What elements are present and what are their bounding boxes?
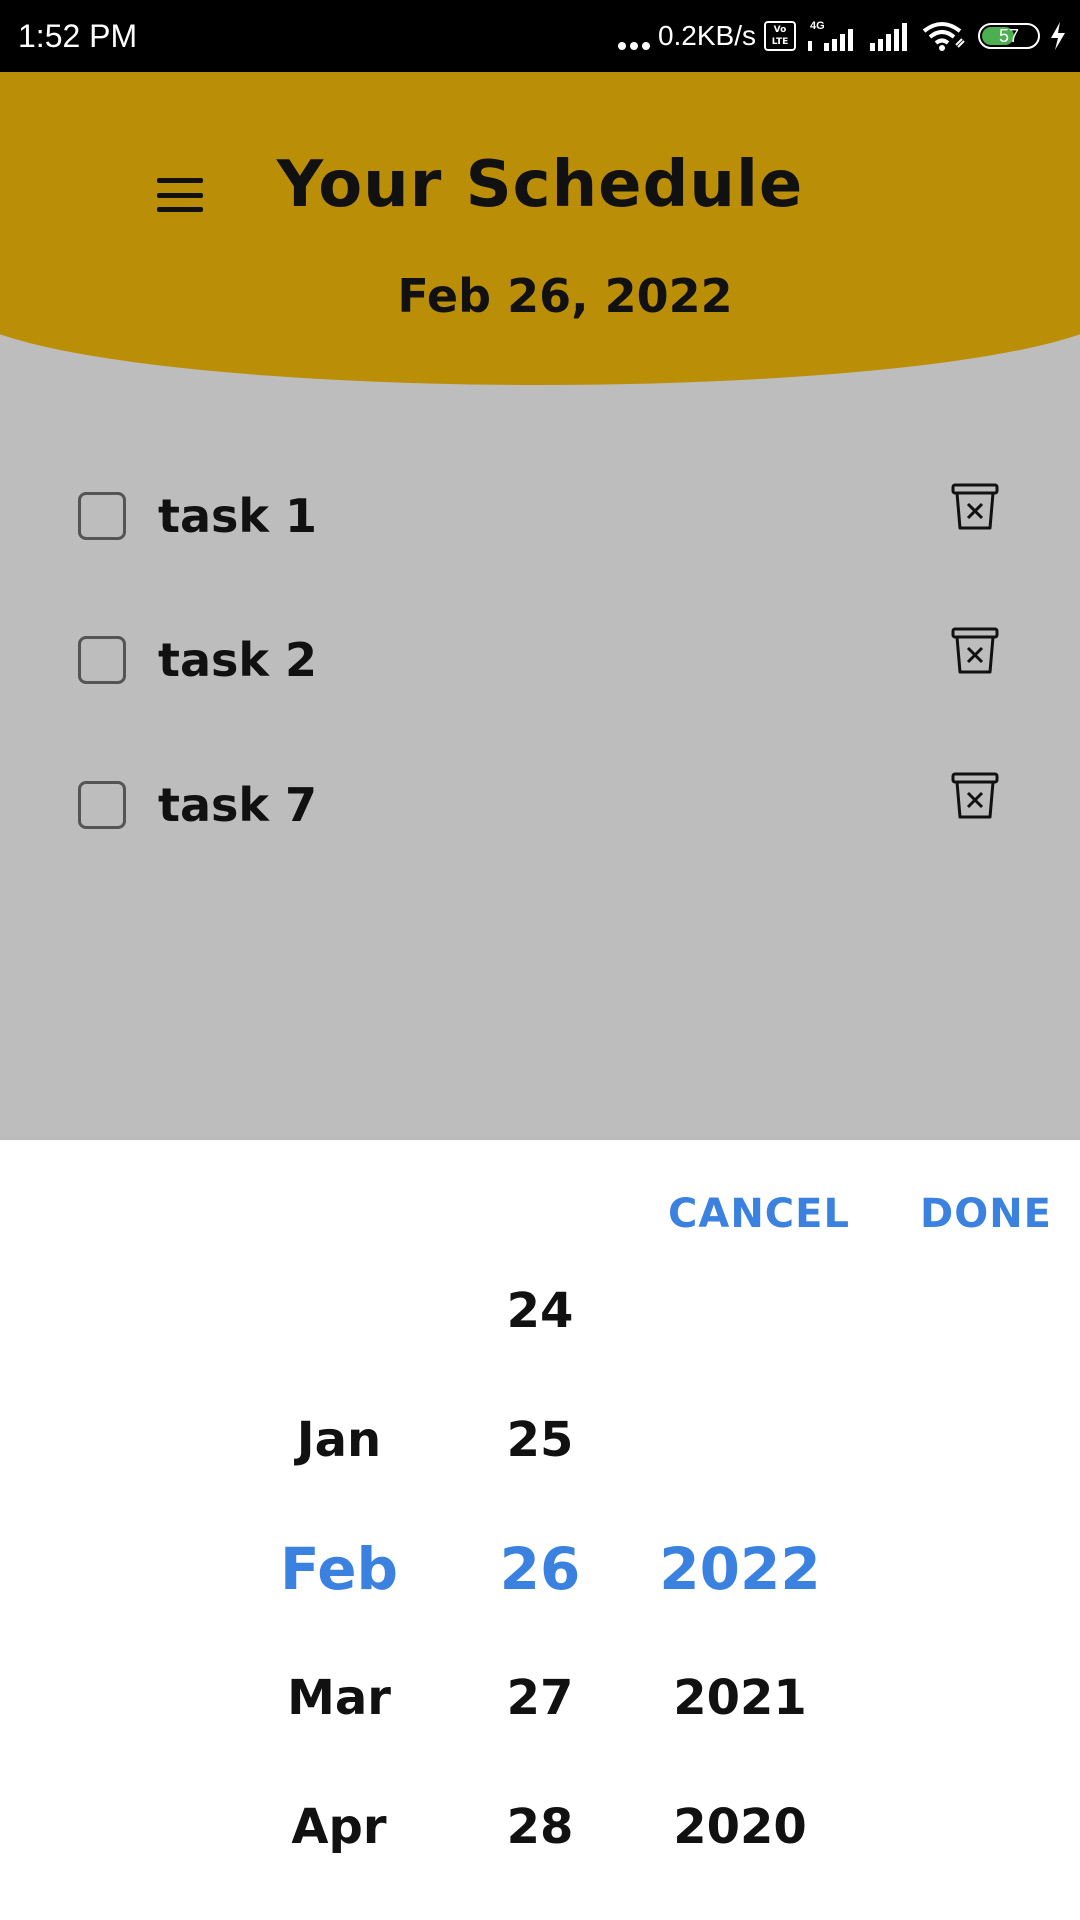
task-row: task 7 [0, 767, 1080, 847]
month-option[interactable]: Jan [229, 1400, 449, 1480]
header-banner [0, 72, 1080, 385]
cancel-button[interactable]: CANCEL [668, 1184, 850, 1244]
page-title: Your Schedule [276, 148, 804, 222]
status-bar: 1:52 PM 0.2KB/s Vo LTE 4G 57 [0, 0, 1080, 72]
network-speed: 0.2KB/s [657, 20, 756, 51]
year-option[interactable]: 2020 [630, 1787, 850, 1867]
day-option[interactable]: 28 [430, 1787, 650, 1867]
day-option-selected[interactable]: 26 [430, 1529, 650, 1609]
signal-4g-icon: 4G [808, 20, 853, 51]
schedule-screen: 1:52 PM 0.2KB/s Vo LTE 4G 57 Your Schedu… [0, 0, 1080, 1920]
month-option[interactable]: Mar [229, 1658, 449, 1738]
year-option[interactable]: 2021 [630, 1658, 850, 1738]
year-option-selected[interactable]: 2022 [630, 1529, 850, 1609]
task-label: task 2 [158, 633, 318, 687]
battery-level: 57 [998, 26, 1020, 46]
task-label: task 1 [158, 489, 318, 543]
task-checkbox[interactable] [78, 636, 126, 684]
day-option[interactable]: 25 [430, 1400, 650, 1480]
trash-icon[interactable] [950, 482, 1002, 534]
volte-badge: Vo LTE [764, 21, 796, 51]
status-time: 1:52 PM [18, 18, 138, 54]
task-row: task 1 [0, 478, 1080, 558]
done-button[interactable]: DONE [920, 1184, 1052, 1244]
status-indicators: 0.2KB/s Vo LTE 4G 57 [617, 14, 1068, 58]
day-option[interactable]: 27 [430, 1658, 650, 1738]
more-notifications-icon [617, 20, 650, 52]
trash-icon[interactable] [950, 771, 1002, 823]
signal-icon [870, 23, 907, 51]
month-option-selected[interactable]: Feb [229, 1529, 449, 1609]
task-checkbox[interactable] [78, 492, 126, 540]
task-row: task 2 [0, 622, 1080, 702]
day-option[interactable]: 24 [430, 1271, 650, 1351]
network-type-label: 4G [810, 20, 825, 32]
page-date: Feb 26, 2022 [397, 269, 733, 323]
hamburger-menu-icon[interactable] [157, 178, 203, 212]
month-option[interactable]: Apr [229, 1787, 449, 1867]
date-picker-sheet: CANCEL DONE Jan Feb Mar Apr 24 25 26 27 … [0, 1140, 1080, 1920]
wifi-icon [922, 22, 965, 51]
trash-icon[interactable] [950, 626, 1002, 678]
battery-icon: 57 [978, 23, 1040, 49]
task-label: task 7 [158, 778, 318, 832]
task-checkbox[interactable] [78, 781, 126, 829]
charging-icon [1051, 22, 1065, 50]
